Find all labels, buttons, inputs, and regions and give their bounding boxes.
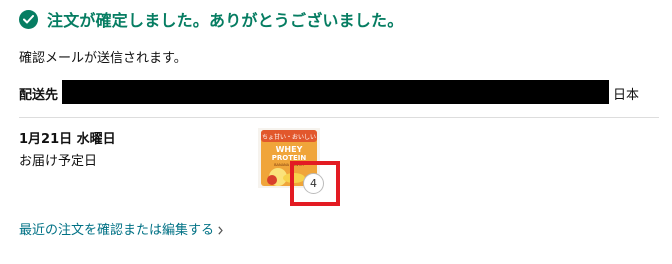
product-image-brand-1: WHEY [276,145,303,154]
highlight-box [290,161,340,206]
delivery-date-label: お届け予定日 [19,154,98,169]
redacted-address [62,80,609,104]
check-circle-icon [19,9,38,29]
order-confirmation-header: 注文が確定しました。ありがとうございました。 [19,6,403,32]
shipping-address-row: 配送先 日本 [19,80,659,104]
email-notice: 確認メールが送信されます。 [19,51,187,66]
divider [19,117,659,118]
chevron-right-icon [218,226,223,235]
shipping-label: 配送先 [19,88,59,103]
view-orders-link[interactable]: 最近の注文を確認または編集する [19,219,223,238]
product-image-top-text: ちょ甘い・おいしい [262,133,316,141]
confirmation-title: 注文が確定しました。ありがとうございました。 [47,11,404,30]
delivery-date: 1月21日 水曜日 [19,132,116,147]
shipping-country: 日本 [613,88,640,103]
view-orders-link-label: 最近の注文を確認または編集する [19,223,215,238]
